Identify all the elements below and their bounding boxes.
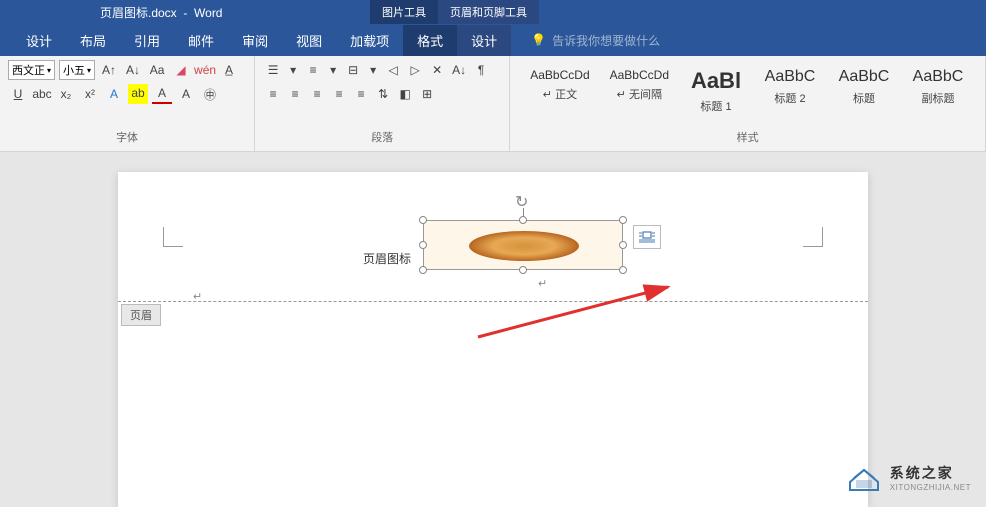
decrease-font-icon[interactable]: A↓	[123, 60, 143, 80]
ribbon-tabs: 设计 布局 引用 邮件 审阅 视图 加载项 格式 设计 💡 告诉我你想要做什么	[0, 24, 986, 56]
ribbon-group-font: 西文正▾ 小五▾ A↑ A↓ Aa ◢ wén A̲ U abc x₂ x² A…	[0, 56, 255, 151]
align-right-icon[interactable]: ≡	[307, 84, 327, 104]
ribbon-tab-view[interactable]: 视图	[282, 25, 336, 56]
resize-handle-bm[interactable]	[519, 266, 527, 274]
ribbon-tab-review[interactable]: 审阅	[228, 25, 282, 56]
watermark-en: XITONGZHIJIA.NET	[890, 483, 971, 492]
font-size-combo[interactable]: 小五▾	[59, 60, 95, 80]
multilevel-list-icon[interactable]: ⊟	[343, 60, 363, 80]
resize-handle-bl[interactable]	[419, 266, 427, 274]
resize-handle-tl[interactable]	[419, 216, 427, 224]
watermark: 系统之家 XITONGZHIJIA.NET	[846, 462, 971, 492]
paragraph-group-label: 段落	[263, 127, 501, 147]
character-border-icon[interactable]: A̲	[219, 60, 239, 80]
underline-icon[interactable]: U	[8, 84, 28, 104]
margin-corner-tl	[163, 227, 183, 247]
ribbon-tab-references[interactable]: 引用	[120, 25, 174, 56]
resize-handle-br[interactable]	[619, 266, 627, 274]
subscript-icon[interactable]: x₂	[56, 84, 76, 104]
header-image	[469, 231, 579, 261]
title-bar: 页眉图标.docx - Word 图片工具 页眉和页脚工具	[0, 0, 986, 24]
header-text: 页眉图标	[363, 250, 411, 267]
style-item-normal[interactable]: AaBbCcDd ↵ 正文	[522, 64, 597, 118]
text-effects-icon[interactable]: A	[104, 84, 124, 104]
selected-image[interactable]: ↻	[423, 220, 623, 270]
layout-options-icon	[638, 230, 656, 244]
header-tag-label: 页眉	[121, 304, 161, 326]
align-left-icon[interactable]: ≡	[263, 84, 283, 104]
decrease-indent-icon[interactable]: ◁	[383, 60, 403, 80]
ribbon-tab-layout[interactable]: 布局	[66, 25, 120, 56]
style-item-heading2[interactable]: AaBbC 标题 2	[755, 64, 825, 118]
borders-icon[interactable]: ⊞	[417, 84, 437, 104]
margin-corner-tr	[803, 227, 823, 247]
style-item-heading1[interactable]: AaBl 标题 1	[681, 64, 751, 118]
shading-icon[interactable]: ◧	[395, 84, 415, 104]
resize-handle-tm[interactable]	[519, 216, 527, 224]
asian-layout-icon[interactable]: ✕	[427, 60, 447, 80]
strikethrough-icon[interactable]: abc	[32, 84, 52, 104]
dropdown-icon[interactable]: ▾	[365, 60, 381, 80]
enclose-characters-icon[interactable]: ㊥	[200, 84, 220, 104]
ribbon-content: 西文正▾ 小五▾ A↑ A↓ Aa ◢ wén A̲ U abc x₂ x² A…	[0, 56, 986, 152]
justify-icon[interactable]: ≡	[329, 84, 349, 104]
clear-formatting-icon[interactable]: ◢	[171, 60, 191, 80]
ribbon-group-paragraph: ☰ ▾ ≡ ▾ ⊟ ▾ ◁ ▷ ✕ A↓ ¶ ≡ ≡ ≡ ≡ ≡ ⇅ ◧ ⊞	[255, 56, 510, 151]
ribbon-tab-format[interactable]: 格式	[403, 25, 457, 56]
line-spacing-icon[interactable]: ⇅	[373, 84, 393, 104]
style-item-no-spacing[interactable]: AaBbCcDd ↵ 无间隔	[602, 64, 677, 118]
layout-options-button[interactable]	[633, 225, 661, 249]
dropdown-icon[interactable]: ▾	[325, 60, 341, 80]
ribbon-group-styles: AaBbCcDd ↵ 正文 AaBbCcDd ↵ 无间隔 AaBl 标题 1 A…	[510, 56, 986, 151]
document-title: 页眉图标.docx - Word	[100, 4, 222, 21]
paragraph-mark-icon: ↵	[538, 277, 547, 290]
paragraph-mark-icon: ↵	[193, 290, 202, 303]
style-item-subtitle[interactable]: AaBbC 副标题	[903, 64, 973, 118]
dropdown-icon[interactable]: ▾	[285, 60, 301, 80]
show-hide-marks-icon[interactable]: ¶	[471, 60, 491, 80]
selection-box	[423, 220, 623, 270]
distributed-icon[interactable]: ≡	[351, 84, 371, 104]
header-area[interactable]: 页眉图标 ↻ ↵ ↵	[118, 172, 868, 302]
highlight-icon[interactable]: ab	[128, 84, 148, 104]
bullets-icon[interactable]: ☰	[263, 60, 283, 80]
font-color-icon[interactable]: A	[152, 84, 172, 104]
resize-handle-mr[interactable]	[619, 241, 627, 249]
lightbulb-icon: 💡	[531, 33, 546, 47]
rotate-handle-icon[interactable]: ↻	[515, 192, 531, 208]
ribbon-tab-hf-design[interactable]: 设计	[457, 25, 511, 56]
ribbon-tab-mailings[interactable]: 邮件	[174, 25, 228, 56]
style-item-title[interactable]: AaBbC 标题	[829, 64, 899, 118]
styles-group-label: 样式	[518, 127, 977, 147]
watermark-logo-icon	[846, 462, 882, 492]
font-group-label: 字体	[8, 127, 246, 147]
watermark-cn: 系统之家	[890, 463, 971, 483]
increase-indent-icon[interactable]: ▷	[405, 60, 425, 80]
increase-font-icon[interactable]: A↑	[99, 60, 119, 80]
resize-handle-tr[interactable]	[619, 216, 627, 224]
context-tab-header-footer-tools: 页眉和页脚工具	[438, 0, 539, 24]
align-center-icon[interactable]: ≡	[285, 84, 305, 104]
sort-icon[interactable]: A↓	[449, 60, 469, 80]
superscript-icon[interactable]: x²	[80, 84, 100, 104]
ribbon-tab-addins[interactable]: 加载项	[336, 25, 403, 56]
resize-handle-ml[interactable]	[419, 241, 427, 249]
ribbon-tab-design[interactable]: 设计	[12, 25, 66, 56]
document-area[interactable]: 页眉图标 ↻ ↵ ↵	[0, 152, 986, 507]
character-shading-icon[interactable]: A	[176, 84, 196, 104]
font-name-combo[interactable]: 西文正▾	[8, 60, 55, 80]
tell-me-search[interactable]: 💡 告诉我你想要做什么	[531, 32, 660, 49]
context-tab-picture-tools: 图片工具	[370, 0, 438, 24]
phonetic-guide-icon[interactable]: wén	[195, 60, 215, 80]
page: 页眉图标 ↻ ↵ ↵	[118, 172, 868, 507]
numbering-icon[interactable]: ≡	[303, 60, 323, 80]
change-case-icon[interactable]: Aa	[147, 60, 167, 80]
